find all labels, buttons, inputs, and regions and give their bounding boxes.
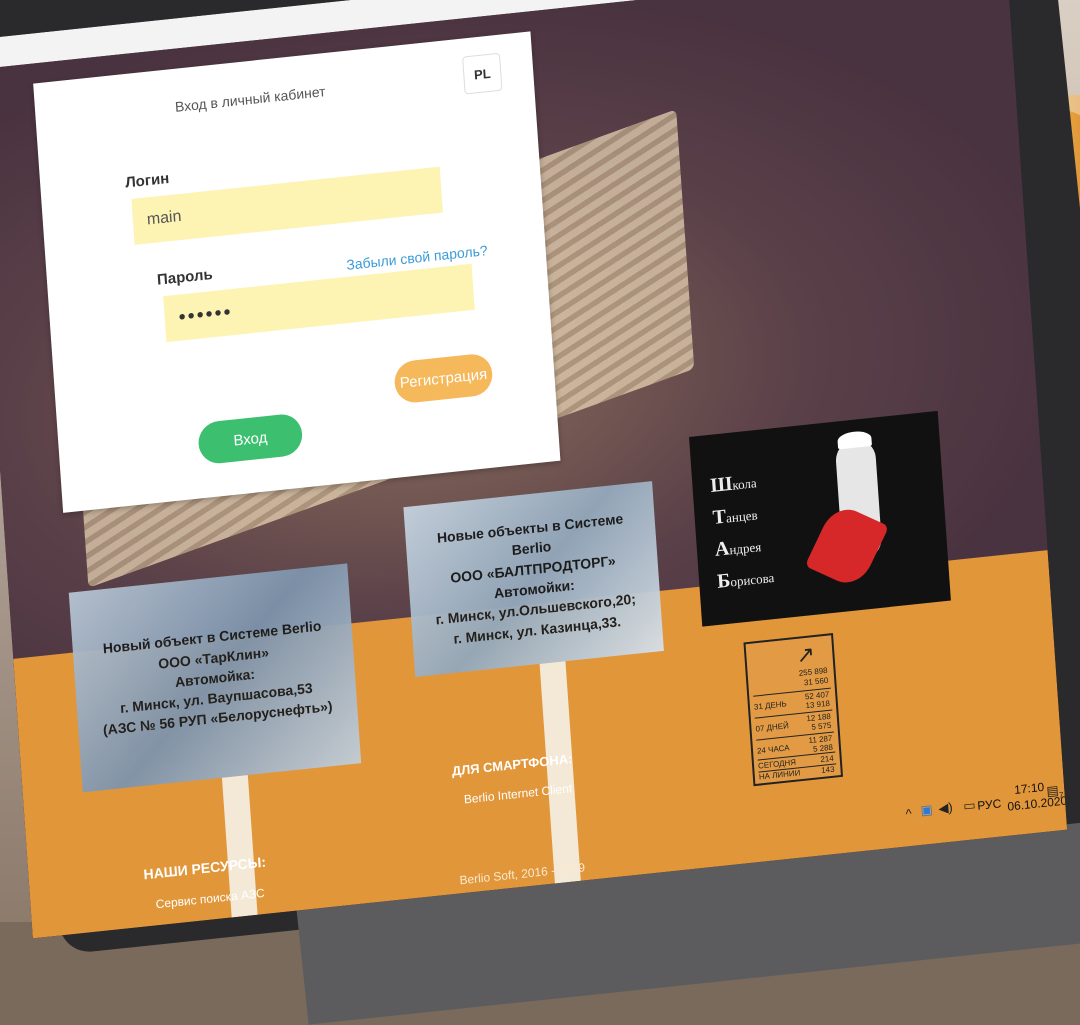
login-card: Вход в личный кабинет PL Логин Забыли св…: [33, 31, 561, 513]
visitor-counter: ↗ 255 898 31 560 31 ДЕНЬ 52 407 13 918 0…: [743, 633, 844, 787]
login-label: Логин: [124, 169, 170, 192]
language-button[interactable]: PL: [462, 52, 503, 95]
monitor-icon[interactable]: ▭: [963, 797, 976, 814]
banner-line: Андрея: [714, 537, 762, 561]
network-icon[interactable]: ▣: [920, 802, 933, 819]
laptop-screen: Вход в личный кабинет PL Логин Забыли св…: [0, 0, 1068, 939]
news-card-tarklin[interactable]: Новый объект в Системе Berlio ООО «ТарКл…: [68, 563, 362, 793]
register-button[interactable]: Регистрация: [393, 352, 494, 405]
chevron-up-icon[interactable]: ^: [905, 806, 912, 822]
speaker-icon[interactable]: ◀): [938, 799, 953, 816]
input-language[interactable]: РУС: [977, 796, 1002, 812]
arrow-up-right-icon: ↗: [795, 641, 816, 668]
password-label: Пароль: [156, 265, 214, 289]
news-card-baltprodtorg[interactable]: Новые объекты в Системе Berlio ООО «БАЛТ…: [403, 481, 664, 677]
banner-line: Борисова: [716, 569, 775, 593]
dance-school-banner[interactable]: Школа Танцев Андрея Борисова: [689, 410, 951, 627]
login-button[interactable]: Вход: [197, 412, 304, 466]
login-input[interactable]: [131, 166, 443, 245]
counter-total: 255 898 31 560: [798, 665, 829, 688]
banner-line: Школа: [709, 472, 758, 498]
notification-icon[interactable]: ▤7: [1046, 782, 1064, 801]
banner-line: Танцев: [711, 505, 759, 529]
login-title: Вход в личный кабинет: [174, 83, 326, 115]
